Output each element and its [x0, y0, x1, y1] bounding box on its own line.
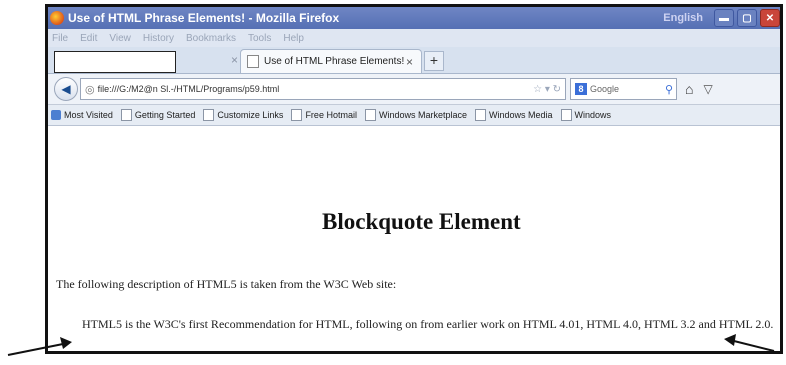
close-icon[interactable]: ✕ [760, 9, 780, 27]
menu-file[interactable]: File [52, 33, 68, 44]
bookmark-free-hotmail[interactable]: Free Hotmail [291, 109, 357, 121]
bookmark-label: Getting Started [134, 110, 196, 120]
navigation-bar: ◀ ◎ file:///G:/M2@n Sl.-/HTML/Programs/p… [48, 74, 780, 105]
menu-edit[interactable]: Edit [80, 33, 97, 44]
window-title: Use of HTML Phrase Elements! - Mozilla F… [68, 11, 340, 25]
bookmark-label: Most Visited [64, 110, 113, 120]
search-placeholder: Google [590, 84, 620, 94]
bookmark-label: Free Hotmail [305, 110, 357, 120]
bookmark-label: Windows [574, 110, 612, 120]
page-icon [474, 109, 486, 121]
home-icon[interactable]: ⌂ [685, 81, 693, 97]
bookmark-label: Windows Marketplace [378, 110, 467, 120]
pocket-icon[interactable]: ▽ [703, 82, 712, 96]
search-input[interactable]: 8 Google ⚲ [570, 78, 677, 100]
right-arrow-icon [724, 334, 775, 352]
back-button[interactable]: ◀ [54, 77, 78, 101]
menu-bookmarks[interactable]: Bookmarks [186, 33, 236, 44]
bookmark-windows-media[interactable]: Windows Media [474, 109, 553, 121]
menu-help[interactable]: Help [283, 33, 304, 44]
most-visited-icon [51, 110, 61, 120]
menu-view[interactable]: View [109, 33, 131, 44]
page-icon [364, 109, 376, 121]
menu-bar: File Edit View History Bookmarks Tools H… [48, 29, 780, 47]
tab-active[interactable]: Use of HTML Phrase Elements! × [240, 49, 422, 73]
language-indicator[interactable]: English [663, 12, 703, 24]
page-icon [203, 109, 215, 121]
bookmark-most-visited[interactable]: Most Visited [48, 110, 113, 120]
tab-strip: × Use of HTML Phrase Elements! × + [48, 47, 780, 74]
page-icon [120, 109, 132, 121]
bookmarks-bar: Most Visited Getting Started Customize L… [48, 105, 780, 126]
page-icon [560, 109, 572, 121]
page-icon [291, 109, 303, 121]
url-text: file:///G:/M2@n Sl.-/HTML/Programs/p59.h… [97, 84, 280, 94]
maximize-icon[interactable]: ▢ [737, 9, 757, 27]
bookmark-customize-links[interactable]: Customize Links [203, 109, 283, 121]
bookmark-label: Windows Media [488, 110, 553, 120]
tab-close-icon[interactable]: × [406, 55, 413, 69]
title-bar-controls: English ▬ ▢ ✕ [663, 7, 780, 29]
new-tab-button[interactable]: + [424, 51, 444, 71]
blank-tab[interactable] [54, 51, 176, 73]
globe-icon: ◎ [85, 83, 95, 96]
tab-label: Use of HTML Phrase Elements! [264, 56, 405, 67]
firefox-logo-icon [50, 11, 64, 25]
google-icon[interactable]: 8 [575, 83, 587, 95]
bookmark-windows[interactable]: Windows [560, 109, 612, 121]
title-bar: Use of HTML Phrase Elements! - Mozilla F… [48, 7, 780, 29]
browser-window: Use of HTML Phrase Elements! - Mozilla F… [45, 4, 783, 354]
bookmark-getting-started[interactable]: Getting Started [120, 109, 196, 121]
tab-close-icon[interactable]: × [231, 53, 238, 67]
menu-tools[interactable]: Tools [248, 33, 271, 44]
back-arrow-icon: ◀ [61, 82, 71, 96]
menu-history[interactable]: History [143, 33, 174, 44]
bookmark-windows-marketplace[interactable]: Windows Marketplace [364, 109, 467, 121]
bookmark-label: Customize Links [217, 110, 284, 120]
minimize-icon[interactable]: ▬ [714, 9, 734, 27]
page-icon [247, 55, 259, 68]
url-bar[interactable]: ◎ file:///G:/M2@n Sl.-/HTML/Programs/p59… [80, 78, 566, 100]
url-bar-icons[interactable]: ☆ ▾ ↻ [533, 84, 561, 95]
search-icon[interactable]: ⚲ [665, 83, 673, 96]
left-arrow-icon [7, 337, 72, 356]
